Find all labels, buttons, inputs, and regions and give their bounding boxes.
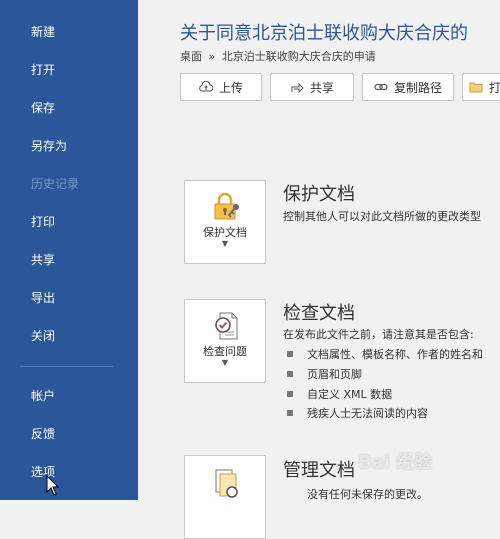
link-icon (374, 83, 388, 91)
list-item: 页眉和页脚 (287, 366, 362, 382)
inspect-document-title: 检查文档 (283, 303, 355, 324)
sidebar-item-export[interactable]: 导出 (31, 291, 55, 305)
sidebar-item-account[interactable]: 帐户 (31, 389, 55, 403)
sidebar-item-share[interactable]: 共享 (31, 253, 55, 267)
inspect-document-description: 在发布此文件之前，请注意其是否包含: (283, 328, 474, 341)
share-button[interactable]: 共享 (270, 73, 354, 101)
breadcrumb-desktop[interactable]: 桌面 (180, 50, 202, 63)
share-label: 共享 (309, 80, 334, 95)
sidebar-item-save[interactable]: 保存 (31, 101, 55, 115)
list-item: 残疾人士无法阅读的内容 (287, 405, 428, 421)
manage-document-button[interactable] (184, 455, 266, 539)
copy-path-button[interactable]: 复制路径 (362, 73, 454, 101)
open-file-location-label: 打 (489, 80, 500, 95)
cloud-upload-icon (199, 81, 213, 92)
list-item: 文档属性、模板名称、作者的姓名和 (287, 346, 483, 362)
upload-button[interactable]: 上传 (180, 73, 262, 101)
list-item: 自定义 XML 数据 (287, 386, 392, 402)
mouse-cursor-icon (46, 475, 60, 496)
share-arrow-icon (291, 82, 304, 93)
document-title: 关于同意北京泊士联收购大庆合庆的 (180, 23, 468, 44)
sidebar-item-close[interactable]: 关闭 (31, 329, 55, 343)
check-for-issues-button-label: 检查问题 (203, 345, 247, 358)
chevron-down-icon: ▼ (221, 358, 229, 367)
breadcrumb: 桌面 » 北京泊士联收购大庆合庆的申请 (180, 48, 376, 64)
manage-document-title: 管理文档 (283, 460, 355, 481)
breadcrumb-separator: » (208, 50, 216, 63)
protect-document-title: 保护文档 (283, 184, 355, 205)
sidebar-item-save-as[interactable]: 另存为 (31, 139, 67, 153)
check-for-issues-button[interactable]: 检查问题 ▼ (184, 299, 266, 383)
sidebar-item-feedback[interactable]: 反馈 (31, 427, 55, 441)
copy-path-label: 复制路径 (393, 80, 442, 95)
breadcrumb-file: 北京泊士联收购大庆合庆的申请 (221, 50, 376, 63)
protect-document-button[interactable]: 保护文档 ▼ (184, 180, 266, 264)
folder-icon (469, 82, 483, 93)
open-file-location-button[interactable]: 打 (462, 73, 500, 101)
manage-document-icon (215, 469, 238, 498)
protect-document-button-label: 保护文档 (203, 226, 247, 239)
protect-document-description: 控制其他人可以对此文档所做的更改类型 (283, 210, 481, 223)
sidebar-divider (20, 366, 113, 367)
upload-label: 上传 (218, 80, 243, 95)
sidebar-item-open[interactable]: 打开 (31, 63, 55, 77)
sidebar-item-history: 历史记录 (31, 177, 80, 191)
watermark: Bai 经验 (358, 452, 433, 473)
chevron-down-icon: ▼ (221, 239, 229, 248)
sidebar-item-print[interactable]: 打印 (31, 215, 55, 229)
inspect-document-icon (215, 312, 238, 340)
lock-key-icon (214, 192, 239, 220)
sidebar-item-new[interactable]: 新建 (31, 25, 55, 39)
backstage-sidebar: 新建 打开 保存 另存为 历史记录 打印 共享 导出 关闭 帐户 反馈 选项 (0, 0, 138, 500)
